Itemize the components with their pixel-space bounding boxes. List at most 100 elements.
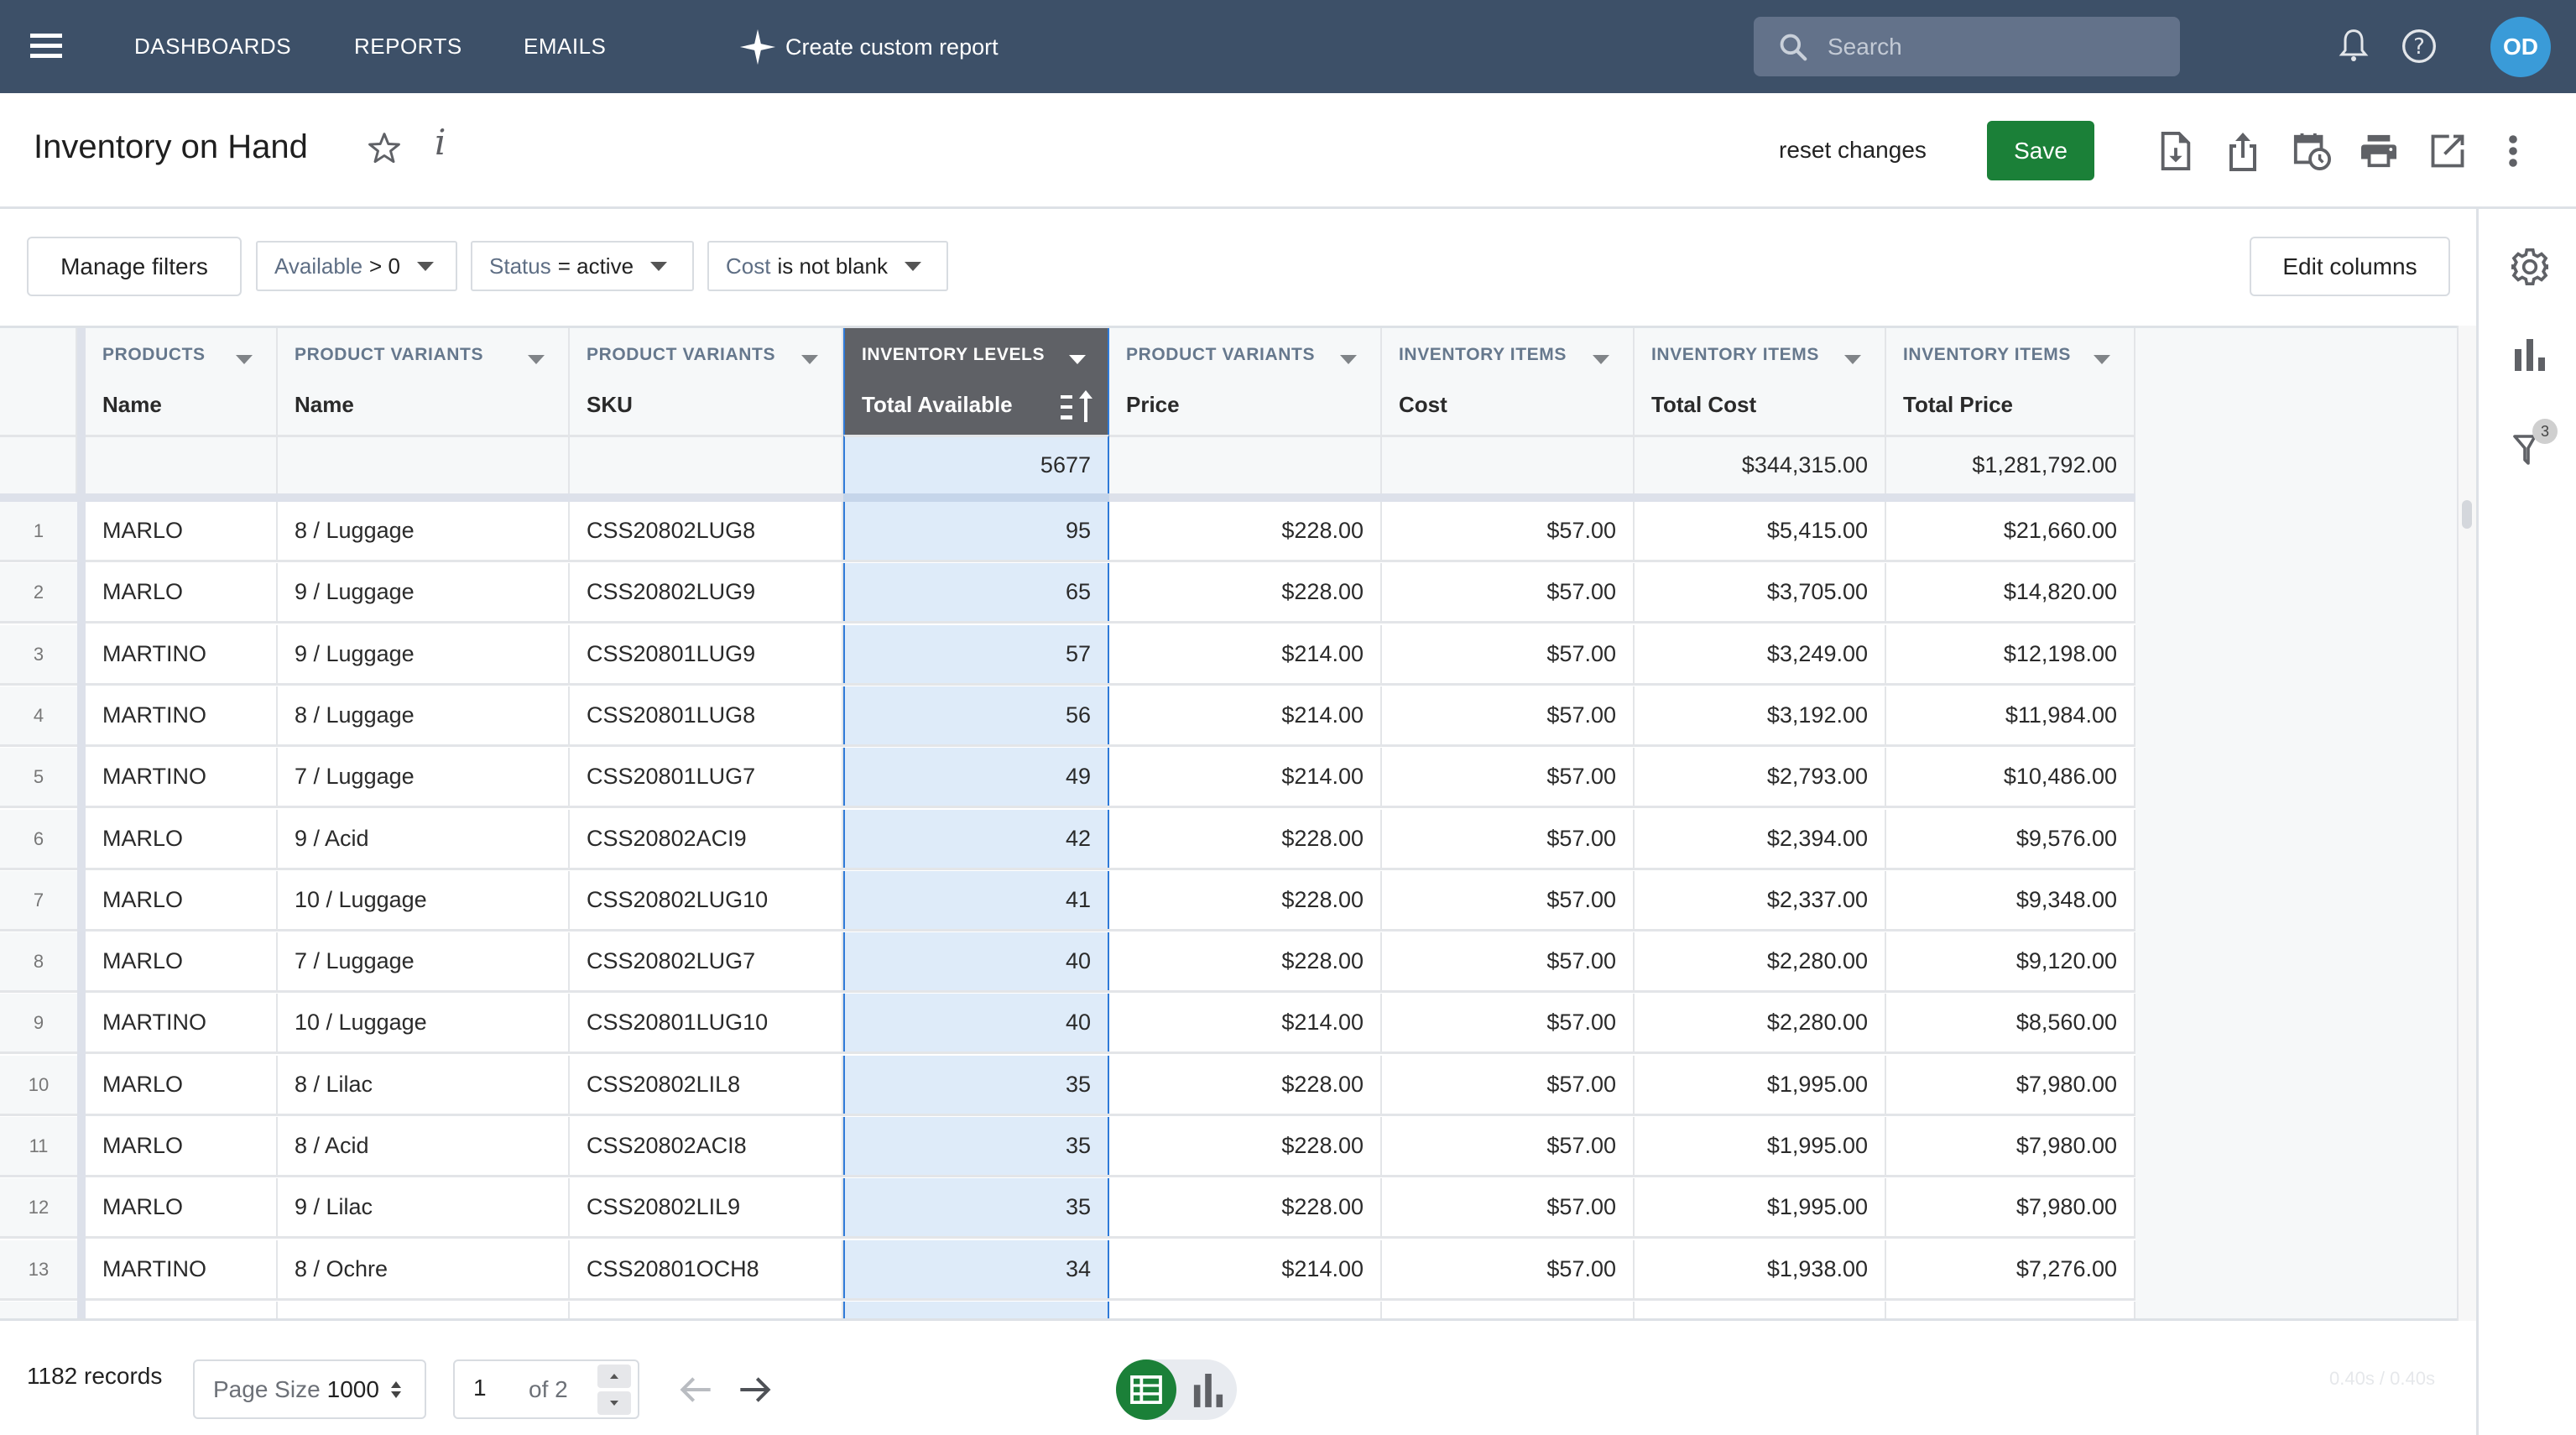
reset-changes-link[interactable]: reset changes xyxy=(1779,137,1927,164)
table-cell: 7 / Acid xyxy=(278,1301,570,1318)
table-cell: CSS20802ACI8 xyxy=(570,1117,843,1175)
column-header[interactable]: INVENTORY ITEMS Total Price xyxy=(1886,328,2135,435)
column-menu-caret-icon[interactable] xyxy=(1593,355,1609,364)
nav-dashboards[interactable]: DASHBOARDS xyxy=(134,0,291,93)
column-name[interactable]: Name xyxy=(102,392,162,418)
column-total xyxy=(278,435,570,493)
column-menu-caret-icon[interactable] xyxy=(1340,355,1357,364)
page-number-input[interactable] xyxy=(473,1375,507,1401)
column-header[interactable]: PRODUCTS Name xyxy=(86,328,278,435)
column-header[interactable]: PRODUCT VARIANTS SKU xyxy=(570,328,843,435)
column-name[interactable]: Total Cost xyxy=(1651,392,1756,418)
table-cell: MARTINO xyxy=(86,748,278,806)
table-row[interactable]: 3 MARTINO 9 / Luggage CSS20801LUG9 57 $214.00… xyxy=(0,624,2135,686)
page-total: of 2 xyxy=(529,1376,568,1402)
column-name[interactable]: SKU xyxy=(587,392,633,418)
column-group-label: INVENTORY ITEMS xyxy=(1651,345,1819,364)
table-cell: $228.00 xyxy=(1109,1301,1382,1318)
user-avatar[interactable]: OD xyxy=(2490,17,2551,77)
table-cell: CSS20802ACI9 xyxy=(570,809,843,868)
row-number: 10 xyxy=(0,1055,77,1114)
table-cell: 65 xyxy=(843,563,1109,622)
info-icon[interactable]: i xyxy=(435,122,446,163)
filter-chip-cost[interactable]: Cost is not blank xyxy=(707,241,948,291)
column-name[interactable]: Total Price xyxy=(1903,392,2013,418)
search-box[interactable] xyxy=(1754,17,2180,76)
more-options-icon[interactable] xyxy=(2492,130,2534,172)
table-cell: 10 / Luggage xyxy=(278,994,570,1052)
column-header[interactable]: PRODUCT VARIANTS Price xyxy=(1109,328,1382,435)
sort-descending-icon[interactable] xyxy=(1059,389,1096,426)
table-cell: CSS20802ACI7 xyxy=(570,1301,843,1318)
scrollbar-thumb[interactable] xyxy=(2462,500,2472,529)
table-row[interactable]: 6 MARLO 9 / Acid CSS20802ACI9 42 $228.00 $57.0… xyxy=(0,809,2135,870)
table-row[interactable]: 4 MARTINO 8 / Luggage CSS20801LUG8 56 $214.00… xyxy=(0,686,2135,747)
table-cell: $9,120.00 xyxy=(1886,932,2135,991)
table-row[interactable]: 10 MARLO 8 / Lilac CSS20802LIL8 35 $228.00 $57… xyxy=(0,1055,2135,1116)
share-upload-icon[interactable] xyxy=(2222,130,2264,172)
table-cell: 7 / Luggage xyxy=(278,748,570,806)
filter-funnel-icon[interactable]: 3 xyxy=(2509,419,2558,469)
search-input[interactable] xyxy=(1828,33,2163,60)
column-menu-caret-icon[interactable] xyxy=(2094,355,2110,364)
table-row[interactable]: 1 MARLO 8 / Luggage CSS20802LUG8 95 $228.00 $5… xyxy=(0,502,2135,562)
table-cell: $57.00 xyxy=(1382,932,1635,991)
manage-filters-button[interactable]: Manage filters xyxy=(27,237,242,296)
row-number: 13 xyxy=(0,1239,77,1298)
column-header[interactable]: INVENTORY ITEMS Total Cost xyxy=(1635,328,1886,435)
column-menu-caret-icon[interactable] xyxy=(1069,355,1086,364)
table-row[interactable]: 14 MARLO7 / AcidCSS20802ACI734$228.00$57.… xyxy=(0,1301,2135,1318)
chart-view-icon[interactable] xyxy=(1183,1359,1233,1420)
column-name[interactable]: Total Available xyxy=(862,392,1013,418)
table-cell: CSS20802LUG9 xyxy=(570,563,843,622)
column-menu-caret-icon[interactable] xyxy=(1844,355,1861,364)
vertical-scrollbar[interactable] xyxy=(2457,326,2476,1321)
nav-reports[interactable]: REPORTS xyxy=(354,0,462,93)
column-header[interactable]: INVENTORY LEVELS Total Available xyxy=(843,328,1109,435)
table-row[interactable]: 13 MARTINO 8 / Ochre CSS20801OCH8 34 $214.00 $… xyxy=(0,1239,2135,1301)
table-row[interactable]: 9 MARTINO 10 / Luggage CSS20801LUG10 40 $214.… xyxy=(0,994,2135,1055)
settings-gear-icon[interactable] xyxy=(2509,246,2551,288)
column-name[interactable]: Price xyxy=(1126,392,1180,418)
filter-chip-available[interactable]: Available > 0 xyxy=(256,241,457,291)
notifications-bell-icon[interactable] xyxy=(2333,25,2375,67)
edit-columns-button[interactable]: Edit columns xyxy=(2250,237,2450,296)
table-row[interactable]: 7 MARLO 10 / Luggage CSS20802LUG10 41 $228.00… xyxy=(0,870,2135,931)
column-header[interactable]: INVENTORY ITEMS Cost xyxy=(1382,328,1635,435)
table-row[interactable]: 12 MARLO 9 / Lilac CSS20802LIL9 35 $228.00 $57… xyxy=(0,1178,2135,1239)
previous-page-arrow-icon[interactable] xyxy=(675,1371,717,1408)
row-number: 1 xyxy=(0,502,77,560)
hamburger-menu-icon[interactable] xyxy=(30,34,62,59)
page-increment-button[interactable] xyxy=(597,1365,631,1388)
column-total xyxy=(1382,435,1635,493)
create-custom-report-button[interactable]: Create custom report xyxy=(738,25,999,69)
column-name[interactable]: Name xyxy=(295,392,354,418)
column-header[interactable]: PRODUCT VARIANTS Name xyxy=(278,328,570,435)
help-question-icon[interactable]: ? xyxy=(2398,25,2440,67)
page-decrement-button[interactable] xyxy=(597,1391,631,1415)
nav-emails[interactable]: EMAILS xyxy=(524,0,606,93)
table-row[interactable]: 5 MARTINO 7 / Luggage CSS20801LUG7 49 $214.00… xyxy=(0,748,2135,809)
page-size-select[interactable]: Page Size 1000 xyxy=(193,1359,426,1419)
chart-icon[interactable] xyxy=(2509,333,2551,375)
column-menu-caret-icon[interactable] xyxy=(236,355,253,364)
column-menu-caret-icon[interactable] xyxy=(801,355,818,364)
schedule-calendar-icon[interactable] xyxy=(2291,130,2333,172)
table-view-icon[interactable] xyxy=(1116,1359,1176,1420)
save-button[interactable]: Save xyxy=(1987,121,2094,180)
table-cell: MARLO xyxy=(86,563,278,622)
filter-chip-status[interactable]: Status = active xyxy=(471,241,694,291)
grid-empty-area xyxy=(2135,328,2457,1318)
column-menu-caret-icon[interactable] xyxy=(528,355,545,364)
next-page-arrow-icon[interactable] xyxy=(733,1371,775,1408)
open-external-icon[interactable] xyxy=(2427,130,2469,172)
table-row[interactable]: 11 MARLO 8 / Acid CSS20802ACI8 35 $228.00 $57.… xyxy=(0,1117,2135,1177)
table-row[interactable]: 8 MARLO 7 / Luggage CSS20802LUG7 40 $228.00 $5… xyxy=(0,932,2135,994)
print-icon[interactable] xyxy=(2358,130,2400,172)
table-cell: $214.00 xyxy=(1109,994,1382,1052)
column-name[interactable]: Cost xyxy=(1399,392,1447,418)
table-row[interactable]: 2 MARLO 9 / Luggage CSS20802LUG9 65 $228.00 $5… xyxy=(0,563,2135,624)
favorite-star-icon[interactable] xyxy=(366,130,403,171)
download-file-icon[interactable] xyxy=(2155,130,2197,172)
filter-condition: = active xyxy=(557,253,634,279)
